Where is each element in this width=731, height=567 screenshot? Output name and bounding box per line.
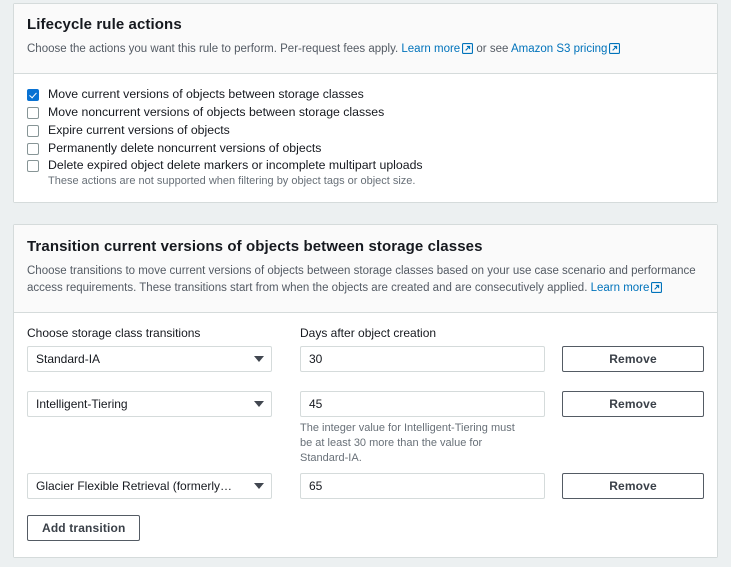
actions-footnote: These actions are not supported when fil… [48, 175, 416, 188]
grid-spacer [562, 372, 704, 391]
pricing-link-label: Amazon S3 pricing [510, 42, 608, 55]
grid-spacer [272, 372, 300, 391]
add-transition-wrap: Add transition [27, 515, 704, 542]
remove-transition-button-1[interactable]: Remove [562, 345, 704, 372]
remove-transition-button-3[interactable]: Remove [562, 473, 704, 500]
learn-more-label: Learn more [590, 281, 650, 294]
checkbox-label: Permanently delete noncurrent versions o… [48, 140, 322, 155]
days-value: 45 [309, 396, 323, 411]
lifecycle-rule-actions-card: Lifecycle rule actions Choose the action… [13, 3, 718, 204]
grid-spacer [27, 372, 272, 391]
storage-class-value: Intelligent-Tiering [36, 396, 128, 411]
days-input-2-wrap: 45 The integer value for Intelligent-Tie… [300, 390, 545, 466]
grid-spacer [272, 465, 300, 473]
days-input-3[interactable]: 65 [300, 473, 545, 500]
remove-transition-button-2[interactable]: Remove [562, 390, 704, 417]
storage-class-select-3[interactable]: Glacier Flexible Retrieval (formerly… [27, 473, 272, 500]
checkbox-row-permanently-delete-noncurrent[interactable]: Permanently delete noncurrent versions o… [27, 141, 704, 156]
add-transition-button[interactable]: Add transition [27, 515, 141, 542]
grid-spacer [300, 372, 545, 391]
external-link-icon [609, 42, 621, 60]
actions-description-text: Choose the actions you want this rule to… [27, 42, 399, 55]
lifecycle-actions-checkbox-group: Move current versions of objects between… [27, 87, 704, 188]
chevron-down-icon [254, 355, 264, 362]
days-value: 65 [309, 479, 323, 494]
storage-class-value: Glacier Flexible Retrieval (formerly… [36, 479, 233, 494]
checkbox-delete-expired-markers[interactable] [27, 160, 39, 173]
days-value: 30 [309, 351, 323, 366]
checkbox-row-move-current-versions[interactable]: Move current versions of objects between… [27, 87, 704, 102]
grid-spacer [545, 372, 562, 391]
actions-description-middle: or see [476, 42, 509, 55]
days-input-2[interactable]: 45 [300, 390, 545, 417]
external-link-icon [651, 281, 663, 299]
checkbox-label: Move noncurrent versions of objects betw… [48, 105, 385, 120]
transition-rows-grid: Choose storage class transitions Days af… [27, 326, 704, 500]
transition-learn-more-link[interactable]: Learn more [591, 282, 663, 294]
lifecycle-rule-page: Lifecycle rule actions Choose the action… [0, 3, 731, 567]
amazon-s3-pricing-link[interactable]: Amazon S3 pricing [511, 43, 621, 55]
transition-current-versions-card: Transition current versions of objects b… [13, 224, 718, 559]
actions-card-header: Lifecycle rule actions Choose the action… [14, 4, 717, 75]
days-input-2-hint: The integer value for Intelligent-Tierin… [300, 421, 515, 464]
storage-class-column-label: Choose storage class transitions [27, 325, 201, 340]
grid-spacer [562, 465, 704, 473]
storage-class-select-2[interactable]: Intelligent-Tiering [27, 390, 272, 417]
page-title: Lifecycle rule actions [27, 16, 182, 33]
transition-card-header: Transition current versions of objects b… [14, 225, 717, 313]
checkbox-move-current-versions[interactable] [27, 89, 39, 102]
grid-spacer [27, 465, 272, 473]
checkbox-label: Delete expired object delete markers or … [48, 158, 423, 173]
days-column-label: Days after object creation [300, 325, 437, 340]
storage-class-select-1[interactable]: Standard-IA [27, 345, 272, 372]
checkbox-label: Expire current versions of objects [48, 122, 230, 137]
transition-description: Choose transitions to move current versi… [27, 263, 704, 298]
learn-more-link[interactable]: Learn more [401, 42, 474, 55]
actions-card-body: Move current versions of objects between… [14, 74, 717, 203]
days-input-1[interactable]: 30 [300, 345, 545, 372]
storage-class-value: Standard-IA [36, 351, 101, 366]
chevron-down-icon [254, 483, 264, 490]
grid-spacer [545, 465, 562, 473]
checkbox-row-delete-expired-markers[interactable]: Delete expired object delete markers or … [27, 158, 704, 173]
checkbox-expire-current-versions[interactable] [27, 124, 39, 137]
checkbox-label: Move current versions of objects between… [48, 87, 364, 102]
transition-card-body: Choose storage class transitions Days af… [14, 312, 717, 558]
checkbox-permanently-delete-noncurrent[interactable] [27, 142, 39, 155]
grid-spacer [300, 465, 545, 473]
checkbox-row-move-noncurrent-versions[interactable]: Move noncurrent versions of objects betw… [27, 105, 704, 120]
checkbox-row-expire-current-versions[interactable]: Expire current versions of objects [27, 123, 704, 138]
checkbox-move-noncurrent-versions[interactable] [27, 107, 39, 120]
transition-title: Transition current versions of objects b… [27, 238, 483, 256]
external-link-icon [462, 42, 474, 60]
actions-description: Choose the actions you want this rule to… [27, 41, 704, 60]
learn-more-label: Learn more [401, 42, 461, 55]
chevron-down-icon [254, 400, 264, 407]
